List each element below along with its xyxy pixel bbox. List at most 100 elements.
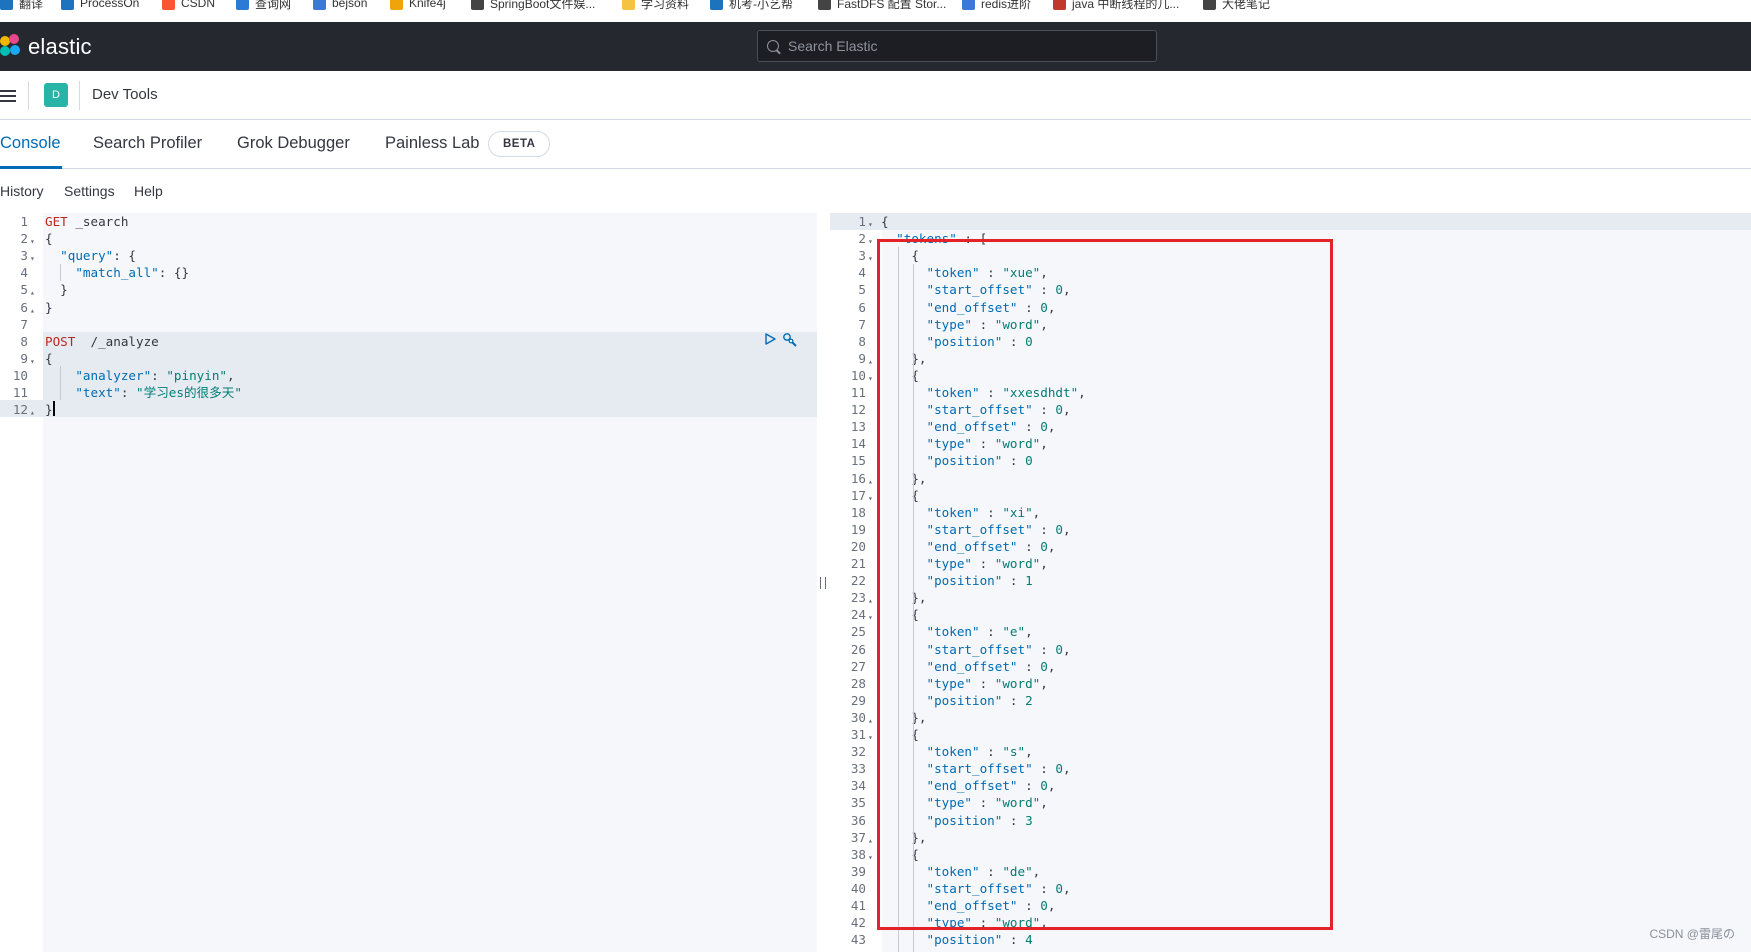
bookmark-item[interactable]: 学习资料 bbox=[622, 0, 689, 12]
bookmark-icon bbox=[390, 0, 403, 10]
bookmark-label: FastDFS 配置 Stor... bbox=[837, 0, 947, 11]
line-number: 1 bbox=[20, 214, 28, 229]
line-number: 5 bbox=[858, 282, 866, 298]
bookmark-label: ProcessOn bbox=[80, 0, 140, 10]
fold-toggle-icon[interactable]: ▾ bbox=[868, 849, 873, 866]
fold-toggle-icon[interactable]: ▴ bbox=[30, 302, 35, 319]
code-token: , bbox=[227, 367, 235, 383]
line-number: 9 bbox=[858, 350, 866, 366]
line-number: 30 bbox=[850, 709, 866, 725]
settings-link[interactable]: Settings bbox=[64, 183, 115, 199]
fold-toggle-icon[interactable]: ▾ bbox=[868, 729, 873, 746]
fold-toggle-icon[interactable]: ▴ bbox=[868, 832, 873, 849]
line-number: 16 bbox=[850, 470, 866, 486]
bookmark-item[interactable]: redis进阶 bbox=[962, 0, 1031, 12]
code-token: _search bbox=[67, 214, 129, 229]
code-line: } bbox=[45, 281, 68, 298]
help-link[interactable]: Help bbox=[134, 183, 163, 199]
line-number: 19 bbox=[850, 521, 866, 537]
bookmark-label: CSDN bbox=[181, 0, 216, 10]
line-number: 11 bbox=[850, 385, 866, 400]
tab-search-profiler[interactable]: Search Profiler bbox=[93, 134, 202, 153]
code-line: } bbox=[45, 299, 53, 316]
bookmark-item[interactable]: 机考-小艺帮 bbox=[710, 0, 793, 12]
request-editor[interactable] bbox=[43, 213, 817, 952]
code-line: GET _search bbox=[45, 213, 128, 230]
elastic-logo[interactable]: elastic bbox=[0, 34, 92, 60]
tab-console[interactable]: Console bbox=[0, 134, 61, 153]
indent-guide bbox=[60, 264, 61, 281]
line-number: 14 bbox=[850, 436, 866, 452]
history-link[interactable]: History bbox=[0, 183, 44, 199]
code-token: } bbox=[45, 402, 53, 418]
line-number: 21 bbox=[850, 556, 866, 571]
fold-toggle-icon[interactable]: ▴ bbox=[868, 353, 873, 370]
fold-toggle-icon[interactable]: ▾ bbox=[868, 370, 873, 387]
indent-guide bbox=[60, 366, 61, 400]
bookmark-label: 学习资料 bbox=[641, 0, 690, 11]
tab-painless-lab[interactable]: Painless Lab bbox=[385, 134, 479, 153]
line-number: 7 bbox=[20, 316, 28, 332]
line-number: 34 bbox=[850, 778, 866, 794]
watermark: CSDN @雷尾の bbox=[1649, 927, 1735, 941]
line-number: 7 bbox=[858, 316, 866, 332]
fold-toggle-icon[interactable]: ▴ bbox=[868, 712, 873, 729]
search-input[interactable]: Search Elastic bbox=[757, 30, 1157, 62]
fold-toggle-icon[interactable]: ▾ bbox=[30, 233, 35, 250]
bookmark-icon bbox=[1053, 0, 1066, 10]
line-number: 42 bbox=[850, 915, 866, 931]
bookmark-icon bbox=[710, 0, 723, 10]
bookmark-item[interactable]: Knife4j bbox=[390, 0, 446, 12]
code-token: "pinyin" bbox=[166, 367, 228, 383]
bookmark-item[interactable]: bejson bbox=[313, 0, 367, 12]
fold-toggle-icon[interactable]: ▾ bbox=[868, 233, 873, 250]
bookmark-item[interactable]: CSDN bbox=[162, 0, 215, 12]
breadcrumb-bar: D Dev Tools bbox=[0, 71, 1751, 120]
bookmark-item[interactable]: 大佬笔记 bbox=[1203, 0, 1270, 12]
wrench-icon[interactable] bbox=[782, 332, 798, 348]
line-number: 5 bbox=[20, 282, 28, 298]
line-number: 4 bbox=[20, 265, 28, 281]
bookmark-icon bbox=[236, 0, 249, 10]
fold-toggle-icon[interactable]: ▾ bbox=[868, 216, 873, 233]
bookmark-item[interactable]: java 中断线程的几... bbox=[1053, 0, 1179, 12]
space-avatar[interactable]: D bbox=[44, 83, 68, 107]
bookmark-label: 查询网 bbox=[255, 0, 292, 11]
fold-toggle-icon[interactable]: ▾ bbox=[30, 250, 35, 267]
line-number: 26 bbox=[850, 641, 866, 657]
bookmark-item[interactable]: FastDFS 配置 Stor... bbox=[818, 0, 946, 12]
bookmark-label: java 中断线程的几... bbox=[1072, 0, 1180, 11]
play-icon[interactable] bbox=[764, 333, 776, 345]
code-line: } bbox=[45, 401, 53, 418]
line-number: 2 bbox=[858, 231, 866, 247]
bookmark-item[interactable]: 查询网 bbox=[236, 0, 291, 12]
code-line: POST /_analyze bbox=[45, 333, 159, 350]
bookmark-label: redis进阶 bbox=[981, 0, 1032, 11]
line-number: 40 bbox=[850, 880, 866, 896]
fold-toggle-icon[interactable]: ▾ bbox=[868, 250, 873, 267]
bookmark-item[interactable]: SpringBoot文件娱... bbox=[471, 0, 595, 12]
bookmark-icon bbox=[471, 0, 484, 10]
fold-toggle-icon[interactable]: ▾ bbox=[30, 353, 35, 370]
line-number: 23 bbox=[850, 590, 866, 606]
bookmark-icon bbox=[1203, 0, 1216, 10]
logo-text: elastic bbox=[28, 34, 92, 59]
line-number: 15 bbox=[850, 453, 866, 469]
fold-toggle-icon[interactable]: ▾ bbox=[868, 609, 873, 626]
resize-handle-icon[interactable] bbox=[820, 577, 826, 589]
line-number: 20 bbox=[850, 538, 866, 554]
bookmark-item[interactable]: ProcessOn bbox=[61, 0, 139, 12]
fold-toggle-icon[interactable]: ▴ bbox=[868, 592, 873, 609]
fold-toggle-icon[interactable]: ▾ bbox=[868, 490, 873, 507]
bookmark-item[interactable]: 翻译 bbox=[0, 0, 43, 12]
line-number: 9 bbox=[20, 350, 28, 366]
line-number: 33 bbox=[850, 761, 866, 777]
search-placeholder: Search Elastic bbox=[788, 38, 878, 54]
fold-toggle-icon[interactable]: ▴ bbox=[30, 404, 35, 421]
bookmarks-bar: 翻译 ProcessOn CSDN 查询网 bejson Knife4j SpringBoo… bbox=[0, 0, 1751, 22]
tab-grok-debugger[interactable]: Grok Debugger bbox=[237, 134, 350, 153]
code-token: GET bbox=[45, 214, 68, 229]
fold-toggle-icon[interactable]: ▴ bbox=[30, 284, 35, 301]
menu-icon[interactable] bbox=[0, 90, 16, 102]
fold-toggle-icon[interactable]: ▴ bbox=[868, 473, 873, 490]
